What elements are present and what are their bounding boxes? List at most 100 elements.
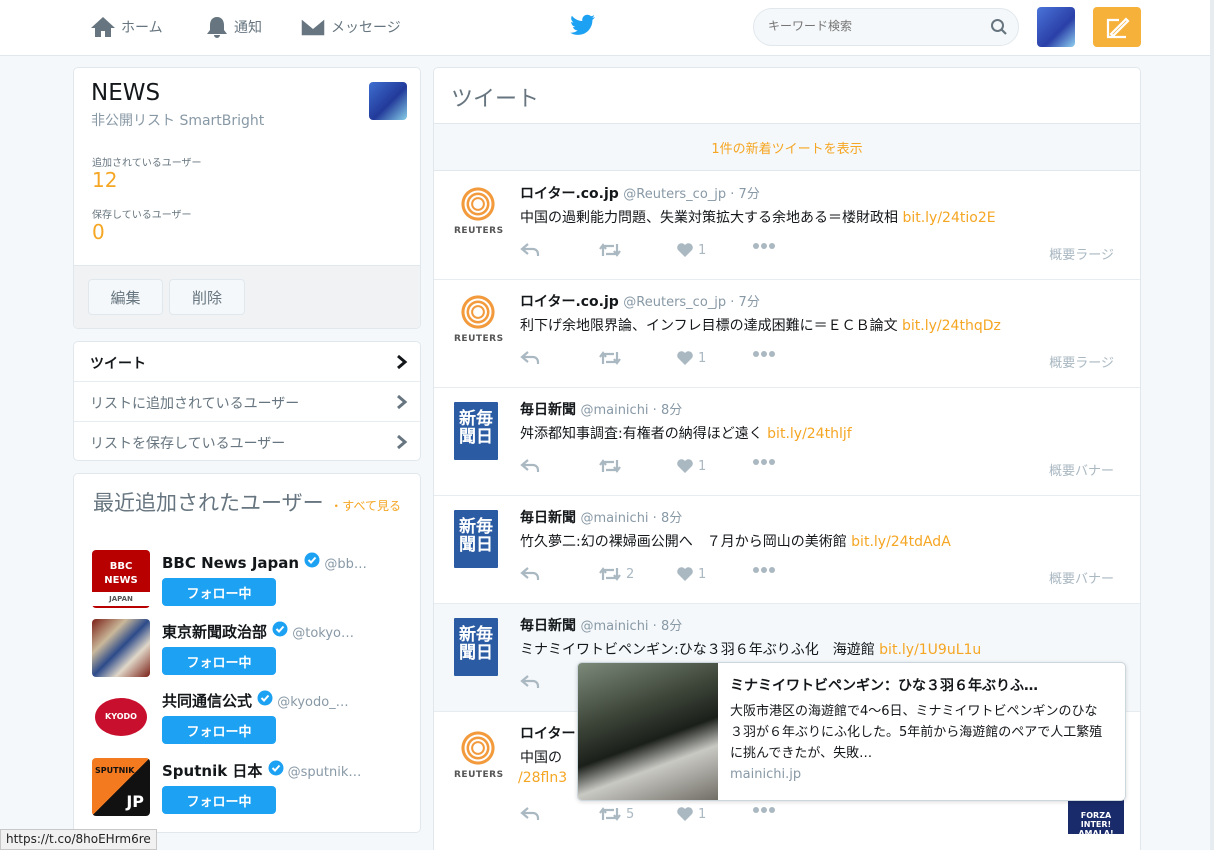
scrollbar[interactable] bbox=[1210, 0, 1214, 850]
list-nav-subscribers[interactable]: リストを保存しているユーザー bbox=[74, 422, 420, 462]
more-button[interactable] bbox=[752, 242, 776, 250]
user-name[interactable]: Sputnik 日本 @sputnik… bbox=[162, 760, 361, 781]
new-tweets-bar[interactable]: 1件の新着ツイートを表示 bbox=[434, 123, 1140, 171]
reply-button[interactable] bbox=[520, 674, 540, 690]
retweet-button[interactable]: 2 bbox=[598, 566, 634, 582]
user-name[interactable]: 共同通信公式 @kyodo_… bbox=[162, 690, 349, 711]
reply-button[interactable] bbox=[520, 350, 540, 366]
heart-icon bbox=[677, 243, 693, 257]
compose-tweet-button[interactable] bbox=[1093, 7, 1141, 47]
search-icon[interactable] bbox=[990, 18, 1008, 36]
more-button[interactable] bbox=[752, 350, 776, 358]
tweet-author[interactable]: ロイター.co.jp @Reuters_co_jp · 7分 bbox=[520, 291, 760, 311]
tweet-author[interactable]: 毎日新聞 @mainichi · 8分 bbox=[520, 507, 682, 527]
user-avatar[interactable]: KYODO bbox=[92, 688, 150, 746]
tweet-avatar[interactable]: 新毎 聞日 bbox=[454, 510, 498, 568]
link-preview-card[interactable]: ミナミイワトビペンギン：ひな３羽６年ぶりふ… 大阪市港区の海遊館で4～6日、ミナ… bbox=[577, 662, 1126, 801]
mainichi-logo-char: 聞 bbox=[459, 643, 476, 663]
profile-avatar[interactable] bbox=[1037, 7, 1075, 47]
user-name[interactable]: 東京新聞政治部 @tokyo… bbox=[162, 621, 354, 642]
subscribers-count[interactable]: 0 bbox=[92, 220, 105, 244]
more-button[interactable] bbox=[752, 806, 776, 814]
nav-messages[interactable]: メッセージ bbox=[300, 12, 401, 42]
retweet-button[interactable] bbox=[598, 458, 626, 474]
search-box[interactable] bbox=[753, 8, 1019, 46]
chevron-right-icon bbox=[397, 394, 408, 410]
see-all-link[interactable]: ・すべて見る bbox=[330, 499, 401, 513]
link-preview-image[interactable] bbox=[578, 663, 718, 800]
user-avatar[interactable] bbox=[92, 619, 150, 677]
delete-list-button[interactable]: 削除 bbox=[169, 279, 245, 315]
following-button[interactable]: フォロー中 bbox=[162, 786, 276, 814]
subscribers-label[interactable]: 保存しているユーザー bbox=[92, 206, 192, 221]
members-label[interactable]: 追加されているユーザー bbox=[92, 154, 202, 169]
thumbnail-text: FORZA INTER! bbox=[1080, 811, 1112, 829]
tweet-link[interactable]: bit.ly/24tio2E bbox=[902, 210, 995, 226]
tweet-link[interactable]: bit.ly/24tdAdA bbox=[851, 534, 951, 550]
retweet-button[interactable] bbox=[598, 350, 626, 366]
like-button[interactable]: 1 bbox=[676, 566, 706, 582]
retweet-button[interactable]: 5 bbox=[598, 806, 634, 822]
tweet-author[interactable]: 毎日新聞 @mainichi · 8分 bbox=[520, 615, 682, 635]
nav-home[interactable]: ホーム bbox=[90, 12, 163, 42]
summary-toggle[interactable]: 概要ラージ bbox=[1049, 244, 1114, 263]
timeline-header: ツイート bbox=[451, 87, 540, 112]
thumbnail-text: AMALA! bbox=[1078, 829, 1114, 838]
more-button[interactable] bbox=[752, 566, 776, 574]
user-name[interactable]: BBC News Japan @bb… bbox=[162, 552, 367, 572]
search-input[interactable] bbox=[768, 19, 978, 33]
verified-badge-icon bbox=[304, 552, 320, 568]
compose-icon bbox=[1106, 17, 1130, 39]
twitter-bird-icon[interactable] bbox=[570, 14, 596, 36]
tweet[interactable]: REUTERS ロイター.co.jp @Reuters_co_jp · 7分 利… bbox=[434, 280, 1140, 388]
reply-icon bbox=[520, 459, 540, 472]
members-count[interactable]: 12 bbox=[92, 168, 117, 192]
following-button[interactable]: フォロー中 bbox=[162, 716, 276, 744]
media-thumbnail[interactable]: FORZA INTER! AMALA! bbox=[1068, 797, 1124, 838]
edit-list-button[interactable]: 編集 bbox=[88, 279, 163, 315]
recent-users-heading: 最近追加されたユーザー bbox=[93, 491, 324, 515]
tweet[interactable]: 新毎 聞日 毎日新聞 @mainichi · 8分 竹久夢二:幻の裸婦画公開へ ７… bbox=[434, 496, 1140, 604]
list-owner-avatar[interactable] bbox=[369, 82, 407, 120]
user-avatar[interactable]: BBC NEWS JAPAN bbox=[92, 550, 150, 608]
list-nav-tweets[interactable]: ツイート bbox=[74, 342, 420, 382]
tweet-avatar[interactable]: REUTERS bbox=[454, 186, 503, 242]
tweet-link[interactable]: /28fln3 bbox=[518, 770, 567, 786]
tweet-author[interactable]: ロイター.co.jp @Reuters_co_jp · 7分 bbox=[520, 183, 760, 203]
summary-toggle[interactable]: 概要ラージ bbox=[1049, 352, 1114, 371]
reply-button[interactable] bbox=[520, 806, 540, 822]
like-button[interactable]: 1 bbox=[676, 458, 706, 474]
reply-button[interactable] bbox=[520, 242, 540, 258]
like-count: 1 bbox=[698, 242, 707, 258]
tweet[interactable]: REUTERS ロイター.co.jp @Reuters_co_jp · 7分 中… bbox=[434, 172, 1140, 280]
tweet[interactable]: 新毎 聞日 毎日新聞 @mainichi · 8分 舛添都知事調査:有権者の納得ほ… bbox=[434, 388, 1140, 496]
tweet-link[interactable]: bit.ly/1U9uL1u bbox=[879, 642, 981, 658]
like-button[interactable]: 1 bbox=[676, 242, 706, 258]
following-button[interactable]: フォロー中 bbox=[162, 647, 276, 675]
tweet-meta: @mainichi · 8分 bbox=[580, 511, 683, 526]
tweet-link[interactable]: bit.ly/24thljf bbox=[767, 426, 852, 442]
tweet-avatar[interactable]: REUTERS bbox=[454, 294, 503, 350]
tweet-avatar[interactable]: REUTERS bbox=[454, 730, 503, 786]
link-preview-title[interactable]: ミナミイワトビペンギン：ひな３羽６年ぶりふ… bbox=[730, 675, 1115, 695]
list-nav-members[interactable]: リストに追加されているユーザー bbox=[74, 382, 420, 422]
retweet-button[interactable] bbox=[598, 242, 626, 258]
user-avatar[interactable]: SPUTNIK JP bbox=[92, 758, 150, 816]
tweet-author[interactable]: ロイター bbox=[520, 723, 575, 743]
tweet-meta: @Reuters_co_jp · 7分 bbox=[623, 187, 760, 202]
like-button[interactable]: 1 bbox=[676, 350, 706, 366]
tweet-avatar[interactable]: 新毎 聞日 bbox=[454, 618, 498, 676]
following-button[interactable]: フォロー中 bbox=[162, 578, 276, 606]
summary-toggle[interactable]: 概要バナー bbox=[1049, 460, 1114, 479]
tweet-avatar[interactable]: 新毎 聞日 bbox=[454, 402, 498, 460]
reply-button[interactable] bbox=[520, 566, 540, 582]
tweet-link[interactable]: bit.ly/24thqDz bbox=[902, 318, 1001, 334]
summary-toggle[interactable]: 概要バナー bbox=[1049, 568, 1114, 587]
reply-button[interactable] bbox=[520, 458, 540, 474]
reuters-logo-icon bbox=[460, 186, 496, 222]
nav-notifications[interactable]: 通知 bbox=[205, 12, 262, 42]
tweet-author[interactable]: 毎日新聞 @mainichi · 8分 bbox=[520, 399, 682, 419]
user-name-text: 共同通信公式 bbox=[162, 692, 253, 710]
like-button[interactable]: 1 bbox=[676, 806, 706, 822]
more-button[interactable] bbox=[752, 458, 776, 466]
